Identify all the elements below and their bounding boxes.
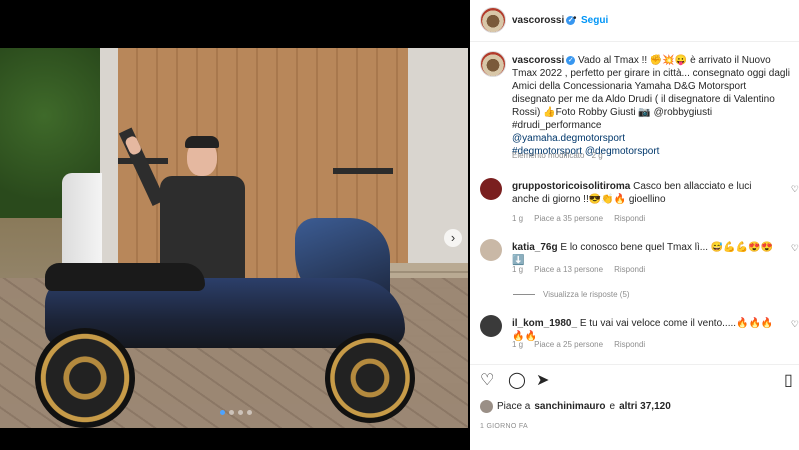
post-media-area: › [0, 0, 470, 450]
comment-text: katia_76g E lo conosco bene quel Tmax lì… [512, 241, 780, 267]
comment-likes[interactable]: Piace a 25 persone [534, 340, 603, 349]
header-username[interactable]: vascorossi ✓ [512, 15, 576, 26]
caption-text: Vado al Tmax !! ✊💥😛 è arrivato il Nuovo … [512, 55, 790, 131]
see-replies-label[interactable]: Visualizza le risposte (5) [543, 290, 630, 299]
likes-user[interactable]: sanchinimauro [534, 401, 605, 412]
comment-age: 1 g [512, 214, 524, 223]
comment-age: 1 g [512, 340, 524, 349]
comment-age: 1 g [512, 265, 524, 274]
likes-prefix: Piace a [497, 401, 531, 412]
carousel-dot [229, 410, 234, 415]
likes-others[interactable]: altri 37,120 [619, 401, 671, 412]
avatar[interactable] [480, 315, 502, 337]
carousel-dot [247, 410, 252, 415]
comment-likes[interactable]: Piace a 13 persone [534, 265, 603, 274]
see-replies-button[interactable]: Visualizza le risposte (5) [513, 290, 630, 299]
follow-button[interactable]: Segui [581, 15, 608, 26]
reply-button[interactable]: Rispondi [614, 214, 645, 223]
verified-badge-icon: ✓ [566, 55, 576, 65]
comment-username[interactable]: katia_76g [512, 242, 558, 253]
separator-dot: • [573, 13, 577, 24]
avatar[interactable] [480, 178, 502, 200]
replies-divider [513, 294, 535, 295]
comment-username[interactable]: il_kom_1980_ [512, 318, 577, 329]
tmax-scooter [15, 218, 435, 428]
caption-mention[interactable]: @yamaha.degmotorsport [512, 132, 792, 145]
comment-username[interactable]: gruppostoricoisolitiroma [512, 181, 630, 192]
likes-summary[interactable]: Piace a sanchinimauro e altri 37,120 [480, 400, 671, 413]
post-header: vascorossi ✓ • Segui [470, 0, 799, 42]
comment-meta: 1 g Piace a 35 persone Rispondi [512, 214, 645, 223]
avatar [480, 400, 493, 413]
post-timestamp: 1 GIORNO FA [480, 423, 529, 430]
carousel-dot [220, 410, 225, 415]
reply-button[interactable]: Rispondi [614, 340, 645, 349]
reply-button[interactable]: Rispondi [614, 265, 645, 274]
avatar[interactable] [480, 7, 506, 33]
post-actions-bar: ♡ ◯ ➤ ▯ [470, 364, 799, 398]
comment-meta: 1 g Piace a 13 persone Rispondi [512, 265, 645, 274]
comment-likes[interactable]: Piace a 35 persone [534, 214, 603, 223]
avatar[interactable] [480, 239, 502, 261]
edited-label: Elemento modificato · 2 g [512, 151, 603, 160]
comment-like-heart-icon[interactable]: ♡ [791, 243, 799, 254]
chevron-right-icon[interactable]: › [444, 229, 462, 247]
comment-meta: 1 g Piace a 25 persone Rispondi [512, 340, 645, 349]
caption-avatar[interactable] [480, 51, 506, 77]
post-caption: vascorossi ✓ Vado al Tmax !! ✊💥😛 è arriva… [512, 54, 792, 158]
heart-icon[interactable]: ♡ [480, 373, 494, 389]
caption-username[interactable]: vascorossi [512, 55, 564, 66]
carousel-dots [220, 410, 252, 415]
comment-like-heart-icon[interactable]: ♡ [791, 184, 799, 195]
share-icon[interactable]: ➤ [536, 373, 549, 389]
comment-icon[interactable]: ◯ [508, 373, 526, 389]
post-photo[interactable] [0, 48, 468, 428]
comment-like-heart-icon[interactable]: ♡ [791, 319, 799, 330]
comment-text: gruppostoricoisolitiroma Casco ben allac… [512, 180, 780, 206]
post-side-panel: vascorossi ✓ • Segui vascorossi ✓ Vado al … [470, 0, 799, 450]
likes-conjunction: e [609, 401, 616, 412]
username-text[interactable]: vascorossi [512, 15, 564, 26]
bookmark-icon[interactable]: ▯ [784, 373, 793, 389]
carousel-dot [238, 410, 243, 415]
